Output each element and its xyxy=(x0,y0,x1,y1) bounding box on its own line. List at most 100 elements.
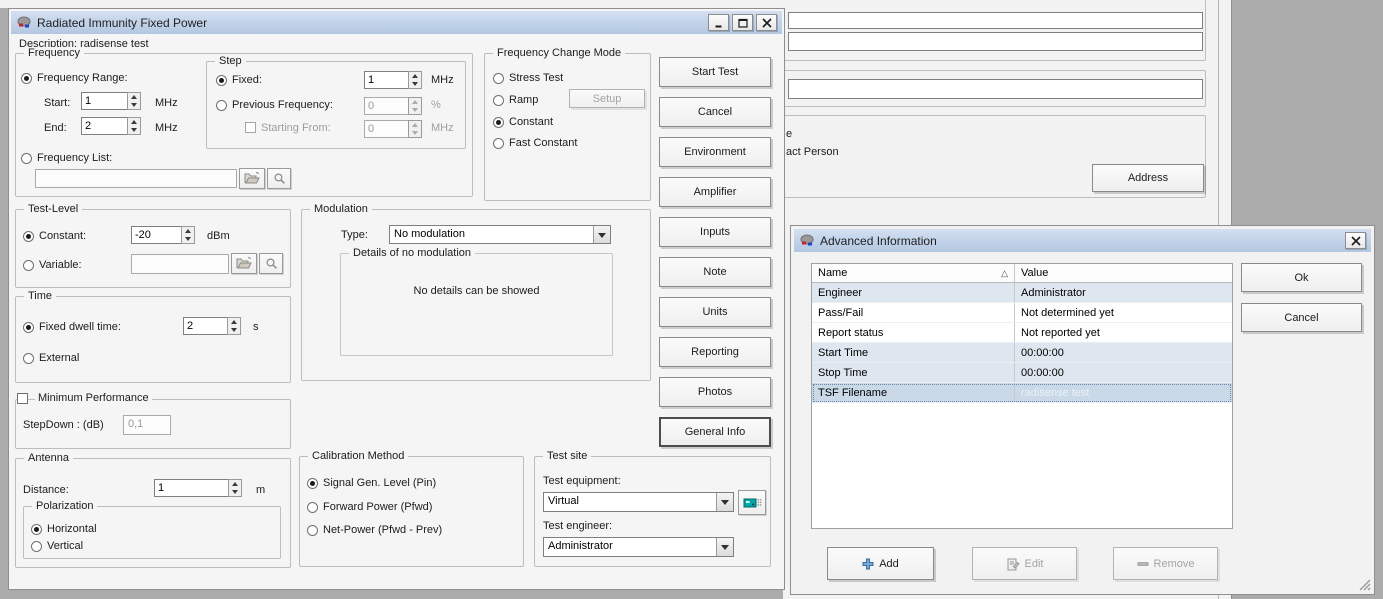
step-fixed-spinner[interactable] xyxy=(408,71,422,89)
forward-power-radio[interactable] xyxy=(307,502,318,513)
test-level-variable-field[interactable] xyxy=(131,254,229,274)
distance-spinner[interactable] xyxy=(228,479,242,497)
dwell-time-value[interactable]: 2 xyxy=(183,317,227,335)
end-frequency-field[interactable]: 2 xyxy=(81,117,141,135)
step-group-label: Step xyxy=(215,55,246,68)
dwell-time-spinner[interactable] xyxy=(227,317,241,335)
add-label: Add xyxy=(879,558,899,570)
column-header-value[interactable]: Value xyxy=(1015,264,1232,282)
external-time-radio[interactable] xyxy=(23,353,34,364)
photos-button[interactable]: Photos xyxy=(659,377,771,407)
advanced-dialog-titlebar: Advanced Information xyxy=(794,229,1371,252)
starting-from-field[interactable]: 0 xyxy=(364,120,422,138)
table-row-engineer[interactable]: Engineer Administrator xyxy=(812,283,1232,303)
stress-test-radio[interactable] xyxy=(493,73,504,84)
table-row-tsf-filename[interactable]: TSF Filename radisense test xyxy=(812,383,1232,403)
test-level-value[interactable]: -20 xyxy=(131,226,181,244)
dwell-time-field[interactable]: 2 xyxy=(183,317,241,335)
amplifier-button[interactable]: Amplifier xyxy=(659,177,771,207)
chevron-down-icon[interactable] xyxy=(716,538,733,556)
table-row-stop-time[interactable]: Stop Time 00:00:00 xyxy=(812,363,1232,383)
test-level-variable-radio[interactable] xyxy=(23,260,34,271)
end-frequency-value[interactable]: 2 xyxy=(81,117,127,135)
fixed-dwell-time-radio[interactable] xyxy=(23,322,34,333)
table-row-start-time[interactable]: Start Time 00:00:00 xyxy=(812,343,1232,363)
test-level-field[interactable]: -20 xyxy=(131,226,195,244)
reporting-button[interactable]: Reporting xyxy=(659,337,771,367)
column-header-name[interactable]: Name △ xyxy=(812,264,1015,282)
end-frequency-spinner[interactable] xyxy=(127,117,141,135)
units-button[interactable]: Units xyxy=(659,297,771,327)
test-level-constant-radio[interactable] xyxy=(23,231,34,242)
table-row-pass-fail[interactable]: Pass/Fail Not determined yet xyxy=(812,303,1232,323)
minimize-button[interactable] xyxy=(708,14,729,31)
stepdown-field[interactable]: 0,1 xyxy=(123,415,171,435)
test-equipment-config-button[interactable] xyxy=(738,490,766,515)
start-test-button[interactable]: Start Test xyxy=(659,57,771,87)
distance-field[interactable]: 1 xyxy=(154,479,242,497)
chevron-down-icon[interactable] xyxy=(716,493,733,511)
address-button[interactable]: Address xyxy=(1092,164,1204,192)
variable-browse-button[interactable] xyxy=(231,253,257,274)
polarization-vertical-radio[interactable] xyxy=(31,541,42,552)
frequency-list-field[interactable] xyxy=(35,169,237,188)
note-button[interactable]: Note xyxy=(659,257,771,287)
close-icon[interactable] xyxy=(756,14,777,31)
start-frequency-field[interactable]: 1 xyxy=(81,92,141,110)
minus-icon xyxy=(1137,558,1149,570)
background-field-2[interactable] xyxy=(788,32,1203,51)
chevron-down-icon[interactable] xyxy=(593,226,610,243)
net-power-radio[interactable] xyxy=(307,525,318,536)
ok-button[interactable]: Ok xyxy=(1241,263,1362,292)
starting-from-spinner[interactable] xyxy=(408,120,422,138)
resize-grip[interactable] xyxy=(1358,578,1371,591)
general-info-button[interactable]: General Info xyxy=(659,417,771,447)
starting-from-checkbox[interactable] xyxy=(245,122,256,133)
cancel-button[interactable]: Cancel xyxy=(1241,303,1362,332)
start-frequency-value[interactable]: 1 xyxy=(81,92,127,110)
frequency-range-radio[interactable] xyxy=(21,73,32,84)
add-button[interactable]: Add xyxy=(827,547,934,580)
fast-constant-radio[interactable] xyxy=(493,138,504,149)
frequency-list-browse-button[interactable] xyxy=(239,168,265,189)
step-fixed-radio[interactable] xyxy=(216,75,227,86)
table-row-report-status[interactable]: Report status Not reported yet xyxy=(812,323,1232,343)
test-engineer-select[interactable]: Administrator xyxy=(543,537,734,557)
step-previous-spinner[interactable] xyxy=(408,97,422,115)
modulation-type-select[interactable]: No modulation xyxy=(389,225,611,244)
stepdown-label: StepDown : (dB) xyxy=(23,419,104,432)
edit-button[interactable]: Edit xyxy=(972,547,1077,580)
constant-mode-radio[interactable] xyxy=(493,117,504,128)
step-previous-unit-label: % xyxy=(431,99,441,112)
setup-button[interactable]: Setup xyxy=(569,89,645,108)
remove-button[interactable]: Remove xyxy=(1113,547,1218,580)
row-value: Not reported yet xyxy=(1021,327,1100,339)
modulation-details-label: Details of no modulation xyxy=(349,247,475,260)
variable-view-button[interactable] xyxy=(259,253,283,274)
test-equipment-select[interactable]: Virtual xyxy=(543,492,734,512)
inputs-button[interactable]: Inputs xyxy=(659,217,771,247)
close-icon[interactable] xyxy=(1345,232,1366,249)
background-field-1[interactable] xyxy=(788,12,1203,29)
test-level-spinner[interactable] xyxy=(181,226,195,244)
distance-value[interactable]: 1 xyxy=(154,479,228,497)
maximize-button[interactable] xyxy=(732,14,753,31)
frequency-list-radio[interactable] xyxy=(21,153,32,164)
step-previous-value[interactable]: 0 xyxy=(364,97,408,115)
start-frequency-spinner[interactable] xyxy=(127,92,141,110)
cancel-button[interactable]: Cancel xyxy=(659,97,771,127)
environment-button[interactable]: Environment xyxy=(659,137,771,167)
fast-constant-radio-label: Fast Constant xyxy=(509,137,577,150)
frequency-list-view-button[interactable] xyxy=(267,168,291,189)
polarization-vertical-label: Vertical xyxy=(47,540,83,553)
step-previous-radio[interactable] xyxy=(216,100,227,111)
background-field-3[interactable] xyxy=(788,79,1203,99)
ramp-radio[interactable] xyxy=(493,95,504,106)
step-previous-field[interactable]: 0 xyxy=(364,97,422,115)
polarization-horizontal-radio[interactable] xyxy=(31,524,42,535)
step-fixed-field[interactable]: 1 xyxy=(364,71,422,89)
starting-from-value[interactable]: 0 xyxy=(364,120,408,138)
signal-gen-level-radio[interactable] xyxy=(307,478,318,489)
minimum-performance-checkbox[interactable] xyxy=(17,393,28,404)
step-fixed-value[interactable]: 1 xyxy=(364,71,408,89)
